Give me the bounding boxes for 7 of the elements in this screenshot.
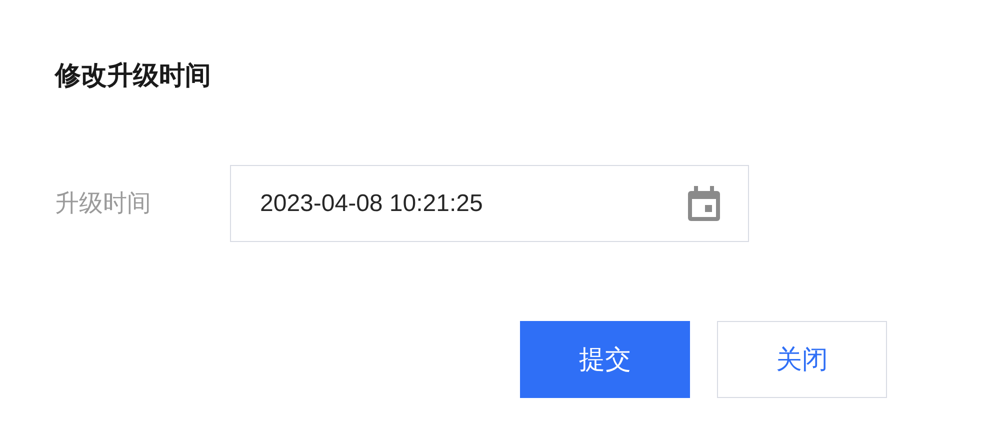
field-label: 升级时间 <box>55 188 152 218</box>
dialog-title: 修改升级时间 <box>55 59 211 92</box>
calendar-icon <box>686 184 722 222</box>
close-button[interactable]: 关闭 <box>717 321 887 398</box>
submit-button[interactable]: 提交 <box>520 321 690 398</box>
field-value: 2023-04-08 10:21:25 <box>260 188 484 218</box>
date-time-field[interactable]: 2023-04-08 10:21:25 <box>230 165 749 242</box>
